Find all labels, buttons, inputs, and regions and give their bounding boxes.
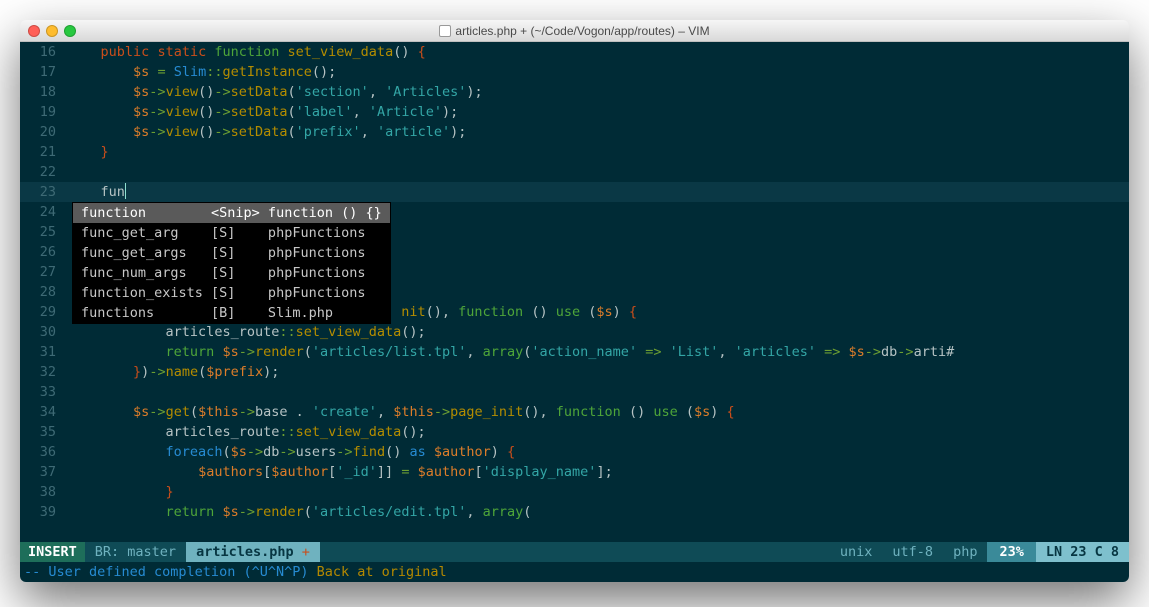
completion-item[interactable]: func_get_args [S] phpFunctions [73,243,390,263]
line-number: 24 [20,202,68,222]
code-line[interactable]: 33 [20,382,1129,402]
document-icon [439,25,451,37]
line-number: 26 [20,242,68,262]
line-number: 37 [20,462,68,482]
code-content[interactable]: return $s->render('articles/edit.tpl', a… [68,502,1129,522]
encoding: utf-8 [882,542,943,562]
code-content[interactable]: articles_route::set_view_data(); [68,422,1129,442]
window-title: articles.php + (~/Code/Vogon/app/routes)… [20,24,1129,38]
code-content[interactable]: return $s->render('articles/list.tpl', a… [68,342,1129,362]
completion-warning: Back at original [317,564,447,580]
close-button[interactable] [28,25,40,37]
code-line[interactable]: 38 } [20,482,1129,502]
line-number: 33 [20,382,68,402]
code-line[interactable]: 35 articles_route::set_view_data(); [20,422,1129,442]
line-number: 32 [20,362,68,382]
code-line[interactable]: 36 foreach($s->db->users->find() as $aut… [20,442,1129,462]
filetype: php [943,542,987,562]
code-content[interactable] [68,382,1129,402]
code-content[interactable]: $s->view()->setData('prefix', 'article')… [68,122,1129,142]
code-content[interactable]: $authors[$author['_id']] = $author['disp… [68,462,1129,482]
line-number: 21 [20,142,68,162]
code-line[interactable]: 22 [20,162,1129,182]
code-line[interactable]: 20 $s->view()->setData('prefix', 'articl… [20,122,1129,142]
titlebar[interactable]: articles.php + (~/Code/Vogon/app/routes)… [20,20,1129,42]
code-line[interactable]: 23 fun [20,182,1129,202]
code-content[interactable]: $s->view()->setData('label', 'Article'); [68,102,1129,122]
line-col: LN 23 C 8 [1036,542,1129,562]
code-content[interactable]: foreach($s->db->users->find() as $author… [68,442,1129,462]
code-line[interactable]: 18 $s->view()->setData('section', 'Artic… [20,82,1129,102]
completion-item[interactable]: function <Snip> function () {} [73,203,390,223]
code-line[interactable]: 34 $s->get($this->base . 'create', $this… [20,402,1129,422]
minimize-button[interactable] [46,25,58,37]
code-content[interactable]: $s->view()->setData('section', 'Articles… [68,82,1129,102]
code-line[interactable]: 17 $s = Slim::getInstance(); [20,62,1129,82]
code-line[interactable]: 37 $authors[$author['_id']] = $author['d… [20,462,1129,482]
line-number: 19 [20,102,68,122]
code-content[interactable]: $s = Slim::getInstance(); [68,62,1129,82]
git-branch: BR: master [85,542,186,562]
line-number: 30 [20,322,68,342]
line-number: 36 [20,442,68,462]
command-line: -- User defined completion (^U^N^P) Back… [20,562,1129,582]
line-number: 31 [20,342,68,362]
line-number: 38 [20,482,68,502]
line-number: 22 [20,162,68,182]
completion-item[interactable]: func_num_args [S] phpFunctions [73,263,390,283]
line-number: 16 [20,42,68,62]
completion-message: -- User defined completion (^U^N^P) [24,564,317,580]
percent: 23% [987,542,1035,562]
line-number: 27 [20,262,68,282]
statusline: INSERT BR: master articles.php + unix ut… [20,542,1129,562]
line-number: 18 [20,82,68,102]
code-content[interactable]: })->name($prefix); [68,362,1129,382]
fileformat: unix [830,542,883,562]
line-number: 35 [20,422,68,442]
modified-flag: + [302,544,310,560]
code-content[interactable]: } [68,142,1129,162]
code-line[interactable]: 39 return $s->render('articles/edit.tpl'… [20,502,1129,522]
line-number: 29 [20,302,68,322]
zoom-button[interactable] [64,25,76,37]
code-line[interactable]: 19 $s->view()->setData('label', 'Article… [20,102,1129,122]
code-content[interactable]: articles_route::set_view_data(); [68,322,1129,342]
line-number: 34 [20,402,68,422]
completion-popup[interactable]: function <Snip> function () {}func_get_a… [72,202,391,324]
code-content[interactable]: public static function set_view_data() { [68,42,1129,62]
statusline-spacer [320,542,830,562]
code-line[interactable]: 32 })->name($prefix); [20,362,1129,382]
code-content[interactable]: } [68,482,1129,502]
terminal-window: articles.php + (~/Code/Vogon/app/routes)… [20,20,1129,582]
completion-item[interactable]: function_exists [S] phpFunctions [73,283,390,303]
completion-item[interactable]: func_get_arg [S] phpFunctions [73,223,390,243]
code-line[interactable]: 16 public static function set_view_data(… [20,42,1129,62]
editor-area[interactable]: 16 public static function set_view_data(… [20,42,1129,542]
line-number: 20 [20,122,68,142]
code-line[interactable]: 21 } [20,142,1129,162]
filename-segment: articles.php + [186,542,320,562]
code-content[interactable]: $s->get($this->base . 'create', $this->p… [68,402,1129,422]
code-line[interactable]: 31 return $s->render('articles/list.tpl'… [20,342,1129,362]
cursor [125,183,126,199]
filename: articles.php [196,544,294,560]
line-number: 17 [20,62,68,82]
code-content[interactable]: fun [68,182,1129,202]
code-content[interactable] [68,162,1129,182]
mode-indicator: INSERT [20,542,85,562]
line-number: 28 [20,282,68,302]
completion-item[interactable]: functions [B] Slim.php [73,303,390,323]
line-number: 23 [20,182,68,202]
line-number: 25 [20,222,68,242]
code-line[interactable]: 30 articles_route::set_view_data(); [20,322,1129,342]
line-number: 39 [20,502,68,522]
